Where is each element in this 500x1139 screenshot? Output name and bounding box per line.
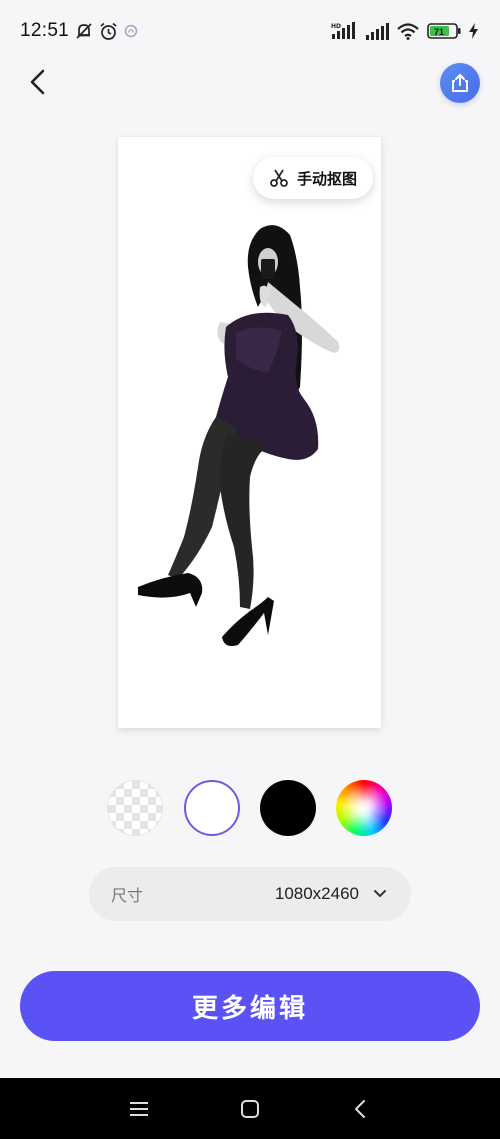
app-notification-icon: [124, 24, 138, 38]
cutout-figure-image: [138, 225, 340, 646]
chevron-down-icon: [373, 889, 387, 899]
swatch-white[interactable]: [184, 780, 240, 836]
share-icon: [452, 74, 468, 92]
size-label: 尺寸: [111, 886, 144, 905]
status-left: 12:51: [20, 20, 138, 42]
share-button[interactable]: [440, 63, 480, 103]
mute-bell-icon: [75, 22, 93, 40]
manual-cutout-button[interactable]: 手动抠图: [253, 157, 373, 199]
alarm-icon: [99, 22, 118, 41]
battery-icon: 71: [427, 22, 461, 40]
more-edit-label: 更多编辑: [191, 993, 308, 1024]
home-icon[interactable]: [235, 1094, 265, 1124]
charging-icon: [469, 23, 478, 39]
swatch-black[interactable]: [260, 780, 316, 836]
more-edit-button[interactable]: 更多编辑: [20, 971, 480, 1041]
swatch-transparent[interactable]: [107, 780, 163, 836]
cellular-signal-icon-2: [365, 22, 389, 40]
status-bar: 12:51 HD 71: [0, 0, 500, 62]
back-icon[interactable]: [345, 1094, 375, 1124]
menu-icon[interactable]: [124, 1094, 154, 1124]
manual-cutout-label: 手动抠图: [296, 169, 357, 188]
background-color-picker: [107, 780, 395, 838]
swatch-custom-color[interactable]: [336, 780, 392, 836]
wifi-icon: [397, 22, 419, 40]
size-value: 1080x2460: [274, 884, 359, 903]
cellular-signal-icon: HD: [331, 22, 357, 40]
size-dropdown[interactable]: 尺寸 1080x2460: [89, 867, 411, 921]
battery-level-text: 71: [434, 27, 444, 37]
chevron-left-icon: [30, 69, 45, 95]
status-time: 12:51: [20, 20, 70, 41]
scissors-icon: [270, 169, 288, 187]
system-navigation-bar: [0, 1078, 500, 1139]
status-right: HD 71: [331, 22, 478, 40]
svg-text:HD: HD: [331, 23, 341, 30]
back-button[interactable]: [18, 60, 58, 104]
image-canvas[interactable]: [118, 137, 381, 728]
